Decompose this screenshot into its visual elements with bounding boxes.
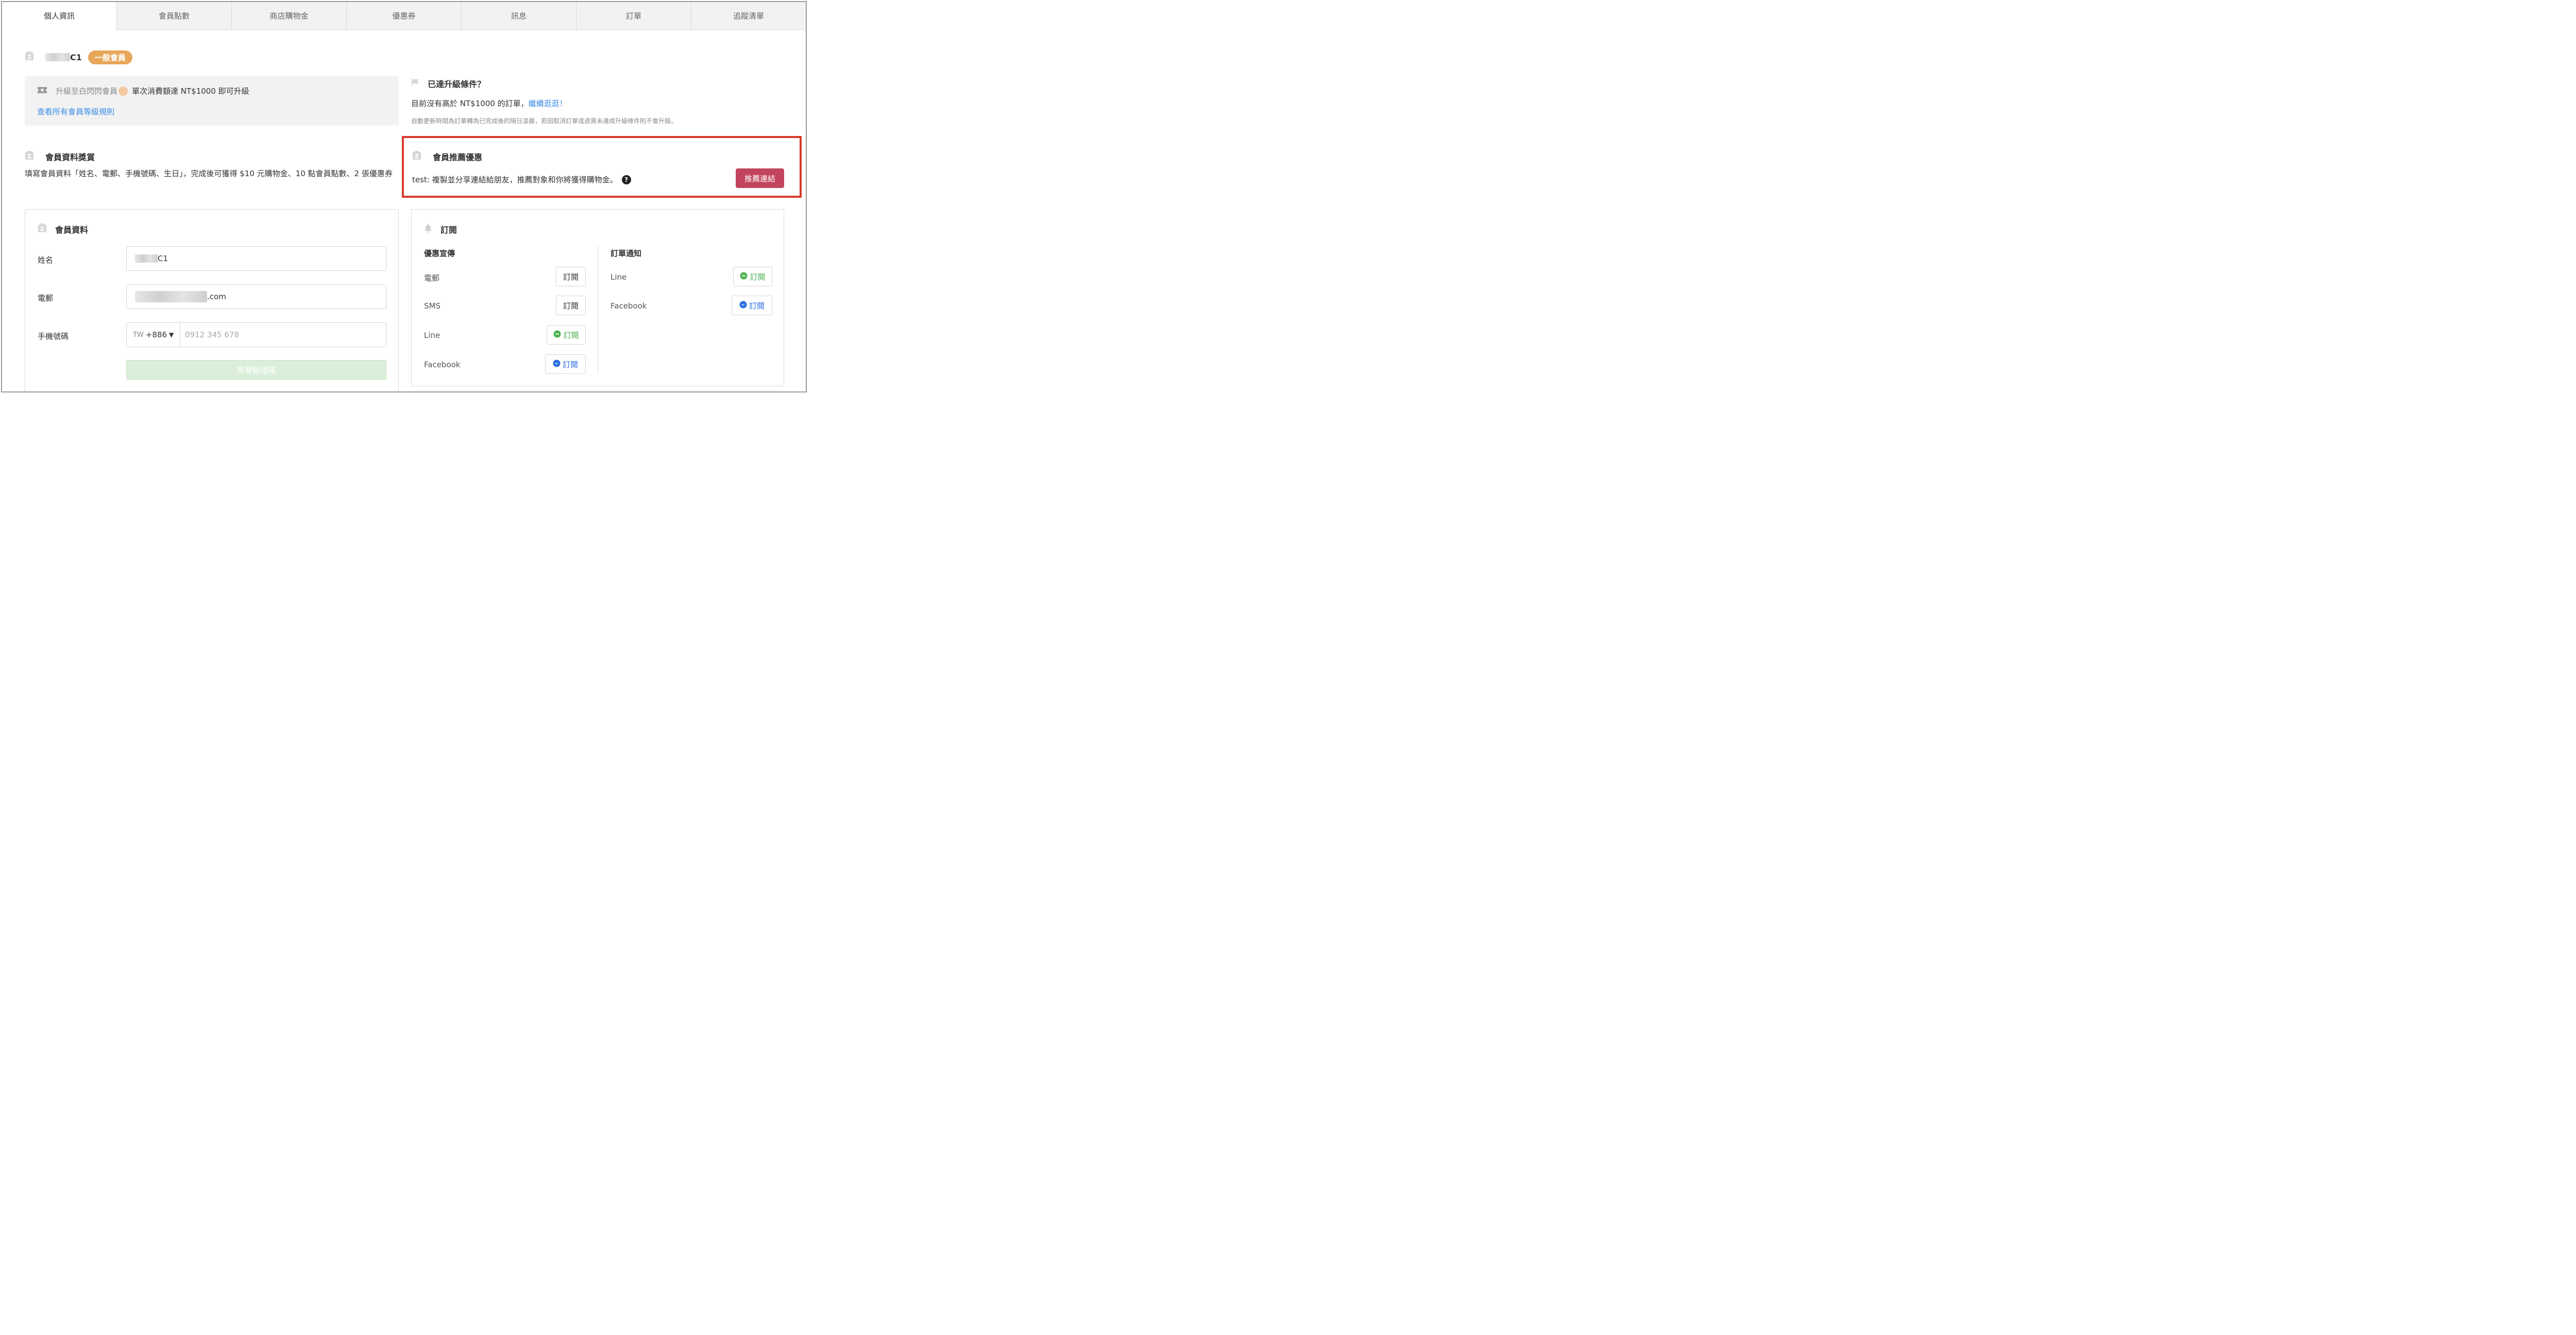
name-label: 姓名 (38, 255, 54, 265)
member-card-icon (25, 151, 34, 162)
member-card-icon (25, 52, 34, 63)
upgrade-line: 升級至白閃閃會員 單次消費額達 NT$1000 即可升級 (37, 85, 249, 96)
bell-icon (424, 224, 432, 235)
email-value: .com (207, 292, 226, 301)
tab-coupons[interactable]: 優惠券 (346, 2, 461, 30)
upgrade-condition-heading: 已達升級條件？ (411, 77, 485, 90)
messenger-icon (739, 301, 747, 311)
account-page: 個人資訊 會員點數 商店購物金 優惠券 訊息 訂單 追蹤清單 C1 一般會員 升… (1, 1, 807, 392)
country-code-select[interactable]: TW +886 ▼ (127, 323, 180, 347)
subscribe-label: 訂閱 (749, 301, 765, 311)
messenger-icon (553, 360, 561, 369)
promo-facebook-subscribe-button[interactable]: 訂閱 (545, 354, 586, 374)
tab-member-points[interactable]: 會員點數 (116, 2, 231, 30)
upgrade-box: 升級至白閃閃會員 單次消費額達 NT$1000 即可升級 查看所有會員等級規則 (25, 76, 399, 126)
upgrade-note: 自動更新時間為訂單轉為已完成後的隔日凌晨，若因取消訂單或退貨未達成升級條件則不會… (411, 117, 677, 125)
referral-text: test: 複製並分享連結給朋友，推薦對象和你將獲得購物金。 (412, 175, 618, 184)
phone-input[interactable] (180, 323, 386, 347)
tab-bar: 個人資訊 會員點數 商店購物金 優惠券 訊息 訂單 追蹤清單 (2, 2, 806, 30)
profile-reward-text: 填寫會員資料「姓名、電郵、手機號碼、生日」，完成後可獲得 $10 元購物金、10… (25, 169, 393, 178)
user-header: C1 一般會員 (25, 49, 132, 65)
subscribe-label: 訂閱 (563, 301, 579, 311)
promo-sms-subscribe-button[interactable]: 訂閱 (556, 296, 586, 315)
tab-wishlist[interactable]: 追蹤清單 (691, 2, 806, 30)
member-profile-card: 會員資料 姓名 C1 電郵 .com 手機號碼 TW +886 ▼ 寄發驗證碼 (25, 209, 399, 391)
subscription-title: 訂閱 (440, 225, 457, 235)
referral-section: 會員推薦優惠 test: 複製並分享連結給朋友，推薦對象和你將獲得購物金。 ? … (402, 136, 802, 198)
flag-icon (411, 78, 420, 89)
tab-orders[interactable]: 訂單 (576, 2, 691, 30)
order-line-subscribe-button[interactable]: 訂閱 (733, 267, 772, 286)
name-field[interactable]: C1 (126, 246, 386, 271)
baby-face-icon (118, 86, 128, 96)
tier-badge: 一般會員 (88, 50, 132, 64)
email-field[interactable]: .com (126, 284, 386, 309)
send-verification-button[interactable]: 寄發驗證碼 (126, 360, 386, 380)
upgrade-prefix: 升級至白閃閃會員 (56, 87, 118, 96)
member-card-icon (412, 151, 421, 162)
tab-messages[interactable]: 訊息 (461, 2, 576, 30)
referral-heading: 會員推薦優惠 (412, 150, 482, 163)
redacted-name (45, 53, 70, 61)
upgrade-condition: 單次消費額達 NT$1000 即可升級 (132, 87, 249, 96)
profile-reward-title: 會員資料獎賞 (45, 152, 95, 162)
referral-description: test: 複製並分享連結給朋友，推薦對象和你將獲得購物金。 ? (412, 174, 631, 185)
redacted-email-value (135, 291, 207, 302)
upgrade-condition-text: 目前沒有高於 NT$1000 的訂單，繼續逛逛！ (411, 98, 567, 109)
promo-line-label: Line (424, 331, 440, 340)
promo-sms-label: SMS (424, 301, 440, 311)
subscribe-label: 訂閱 (563, 272, 579, 282)
promo-email-label: 電郵 (424, 273, 440, 283)
order-facebook-subscribe-button[interactable]: 訂閱 (732, 296, 772, 315)
phone-field: TW +886 ▼ (126, 322, 386, 347)
promo-line-subscribe-button[interactable]: 訂閱 (547, 325, 586, 345)
promo-column-header: 優惠宣傳 (424, 249, 455, 258)
upgrade-condition-title: 已達升級條件？ (428, 79, 486, 89)
name-value: C1 (158, 254, 168, 263)
user-name: C1 (70, 52, 82, 62)
order-line-label: Line (611, 272, 627, 282)
country-code: TW (133, 331, 144, 339)
member-tier-rules-link[interactable]: 查看所有會員等級規則 (37, 106, 114, 117)
dropdown-arrow-icon: ▼ (169, 331, 174, 338)
subscribe-label: 訂閱 (750, 272, 766, 282)
subscription-card: 訂閱 優惠宣傳 訂單通知 電郵 訂閱 SMS 訂閱 Line 訂閱 Facebo… (411, 209, 784, 386)
line-icon (553, 330, 561, 340)
order-facebook-label: Facebook (611, 301, 647, 311)
member-profile-heading: 會員資料 (38, 223, 88, 235)
member-card-icon (38, 224, 47, 235)
line-icon (740, 272, 748, 282)
subscription-heading: 訂閱 (424, 223, 457, 235)
referral-title: 會員推薦優惠 (433, 152, 483, 162)
promo-email-subscribe-button[interactable]: 訂閱 (556, 267, 586, 286)
tab-profile[interactable]: 個人資訊 (2, 2, 116, 30)
phone-label: 手機號碼 (38, 332, 69, 341)
ticket-icon (37, 86, 47, 96)
member-profile-title: 會員資料 (55, 225, 89, 235)
profile-reward-heading: 會員資料獎賞 (25, 150, 95, 163)
help-icon[interactable]: ? (621, 175, 631, 184)
tab-store-credit[interactable]: 商店購物金 (231, 2, 346, 30)
redacted-name-value (135, 254, 158, 263)
email-label: 電郵 (38, 294, 54, 303)
referral-link-button[interactable]: 推薦連結 (736, 168, 784, 188)
continue-shopping-link[interactable]: 繼續逛逛！ (529, 99, 567, 108)
promo-facebook-label: Facebook (424, 360, 461, 369)
order-column-header: 訂單通知 (611, 249, 642, 258)
dial-code: +886 (145, 330, 167, 339)
subscribe-label: 訂閱 (562, 360, 578, 369)
condition-status: 目前沒有高於 NT$1000 的訂單， (411, 99, 529, 108)
subscribe-label: 訂閱 (563, 330, 579, 340)
